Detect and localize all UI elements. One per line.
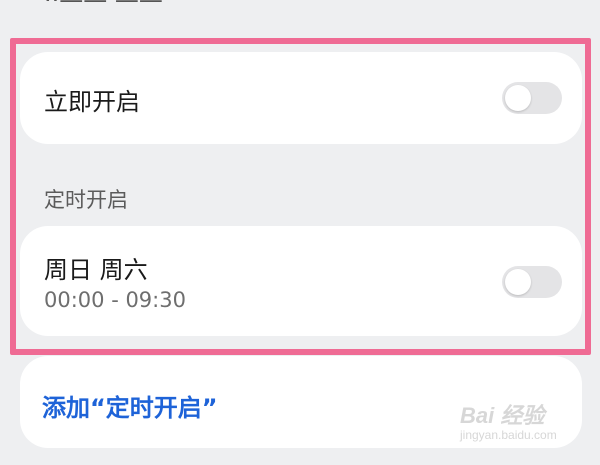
partially-visible-heading: ··—— —— xyxy=(44,0,163,14)
instant-enable-card[interactable]: 立即开启 xyxy=(20,52,582,144)
schedule-time-range: 00:00 - 09:30 xyxy=(44,288,186,312)
watermark-url: jingyan.baidu.com xyxy=(460,428,557,442)
baidu-jingyan-watermark: Bai 经验 jingyan.baidu.com xyxy=(460,398,557,442)
toggle-knob xyxy=(505,269,531,295)
instant-enable-label: 立即开启 xyxy=(44,88,140,116)
toggle-knob xyxy=(505,85,531,111)
schedule-days-label: 周日 周六 xyxy=(44,256,148,284)
schedule-section-title: 定时开启 xyxy=(44,188,128,212)
schedule-item-card[interactable]: 周日 周六 00:00 - 09:30 xyxy=(20,226,582,336)
schedule-toggle[interactable] xyxy=(502,266,562,298)
watermark-logo: Bai 经验 xyxy=(460,403,545,428)
instant-enable-toggle[interactable] xyxy=(502,82,562,114)
add-schedule-link[interactable]: 添加“定时开启” xyxy=(42,388,218,423)
